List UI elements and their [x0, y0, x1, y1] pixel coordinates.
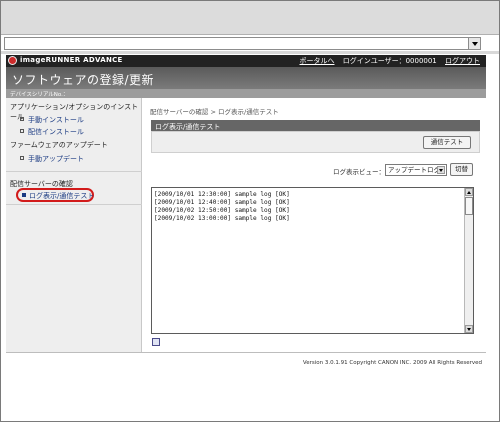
sidebar-section-firmware: ファームウェアのアップデート	[10, 141, 108, 149]
bullet-icon	[20, 117, 24, 121]
sidebar-item-delivery-install[interactable]: 配信インストール	[20, 127, 84, 137]
page-title: ソフトウェアの登録/更新	[12, 73, 155, 87]
sidebar-item-label: 配信インストール	[28, 128, 84, 136]
bullet-icon	[22, 193, 26, 197]
portal-link[interactable]: ポータルへ	[299, 57, 334, 65]
address-dropdown-icon[interactable]	[468, 37, 481, 50]
canon-logo-icon	[8, 56, 17, 65]
bullet-icon	[20, 129, 24, 133]
chevron-down-icon[interactable]	[437, 166, 445, 174]
sidebar-item-log-test[interactable]: ログ表示/通信テスト	[22, 191, 94, 201]
log-view-value: アップデートログ	[388, 166, 440, 174]
log-view-select[interactable]: アップデートログ	[385, 164, 447, 176]
sidebar-divider	[6, 171, 142, 172]
page-icon[interactable]	[152, 338, 160, 346]
logout-link[interactable]: ログアウト	[445, 57, 480, 65]
log-line: [2009/10/01 12:30:00] sample log [OK]	[154, 191, 290, 198]
sidebar: アプリケーション/オプションのインストール 手動インストール 配信インストール …	[6, 98, 142, 352]
browser-bottom	[1, 371, 499, 421]
device-serial-label: デバイスシリアルNo.：	[10, 92, 69, 98]
page-title-bar: ソフトウェアの登録/更新	[6, 67, 486, 89]
login-user-label: ログインユーザー：0000001	[342, 57, 437, 65]
sidebar-item-manual-install[interactable]: 手動インストール	[20, 115, 84, 125]
log-scrollbar[interactable]	[464, 188, 473, 333]
scroll-thumb[interactable]	[465, 197, 473, 215]
brand-bar: imageRUNNER ADVANCE ポータルへ ログインユーザー：00000…	[6, 55, 486, 67]
panel-header: ログ表示/通信テスト	[151, 120, 480, 131]
sidebar-item-manual-update[interactable]: 手動アップデート	[20, 154, 84, 164]
switch-button[interactable]: 切替	[450, 163, 473, 176]
sidebar-divider	[6, 204, 142, 205]
log-line: [2009/10/02 13:00:00] sample log [OK]	[154, 215, 290, 222]
log-line: [2009/10/02 12:50:00] sample log [OK]	[154, 207, 290, 214]
communication-test-button[interactable]: 通信テスト	[423, 136, 471, 149]
log-view-label: ログ表示ビュー：	[333, 168, 385, 176]
footer: Version 3.0.1.91 Copyright CANON INC. 20…	[6, 352, 486, 370]
sidebar-item-label: 手動アップデート	[28, 155, 84, 163]
copyright-text: Version 3.0.1.91 Copyright CANON INC. 20…	[302, 360, 482, 366]
bullet-icon	[20, 156, 24, 160]
scroll-up-icon[interactable]	[465, 188, 473, 196]
log-line: [2009/10/01 12:40:00] sample log [OK]	[154, 199, 290, 206]
brand-name: imageRUNNER ADVANCE	[20, 56, 123, 64]
scroll-down-icon[interactable]	[465, 325, 473, 333]
address-bar[interactable]	[4, 37, 481, 50]
sidebar-item-label: ログ表示/通信テスト	[29, 192, 95, 200]
toolbar-strip	[1, 51, 499, 54]
sidebar-item-label: 手動インストール	[28, 116, 84, 124]
device-serial-bar: デバイスシリアルNo.：	[6, 89, 486, 98]
breadcrumb: 配信サーバーの確認 > ログ表示/通信テスト	[150, 108, 279, 116]
header-links: ポータルへ ログインユーザー：0000001 ログアウト	[293, 56, 480, 66]
browser-chrome	[1, 1, 499, 35]
